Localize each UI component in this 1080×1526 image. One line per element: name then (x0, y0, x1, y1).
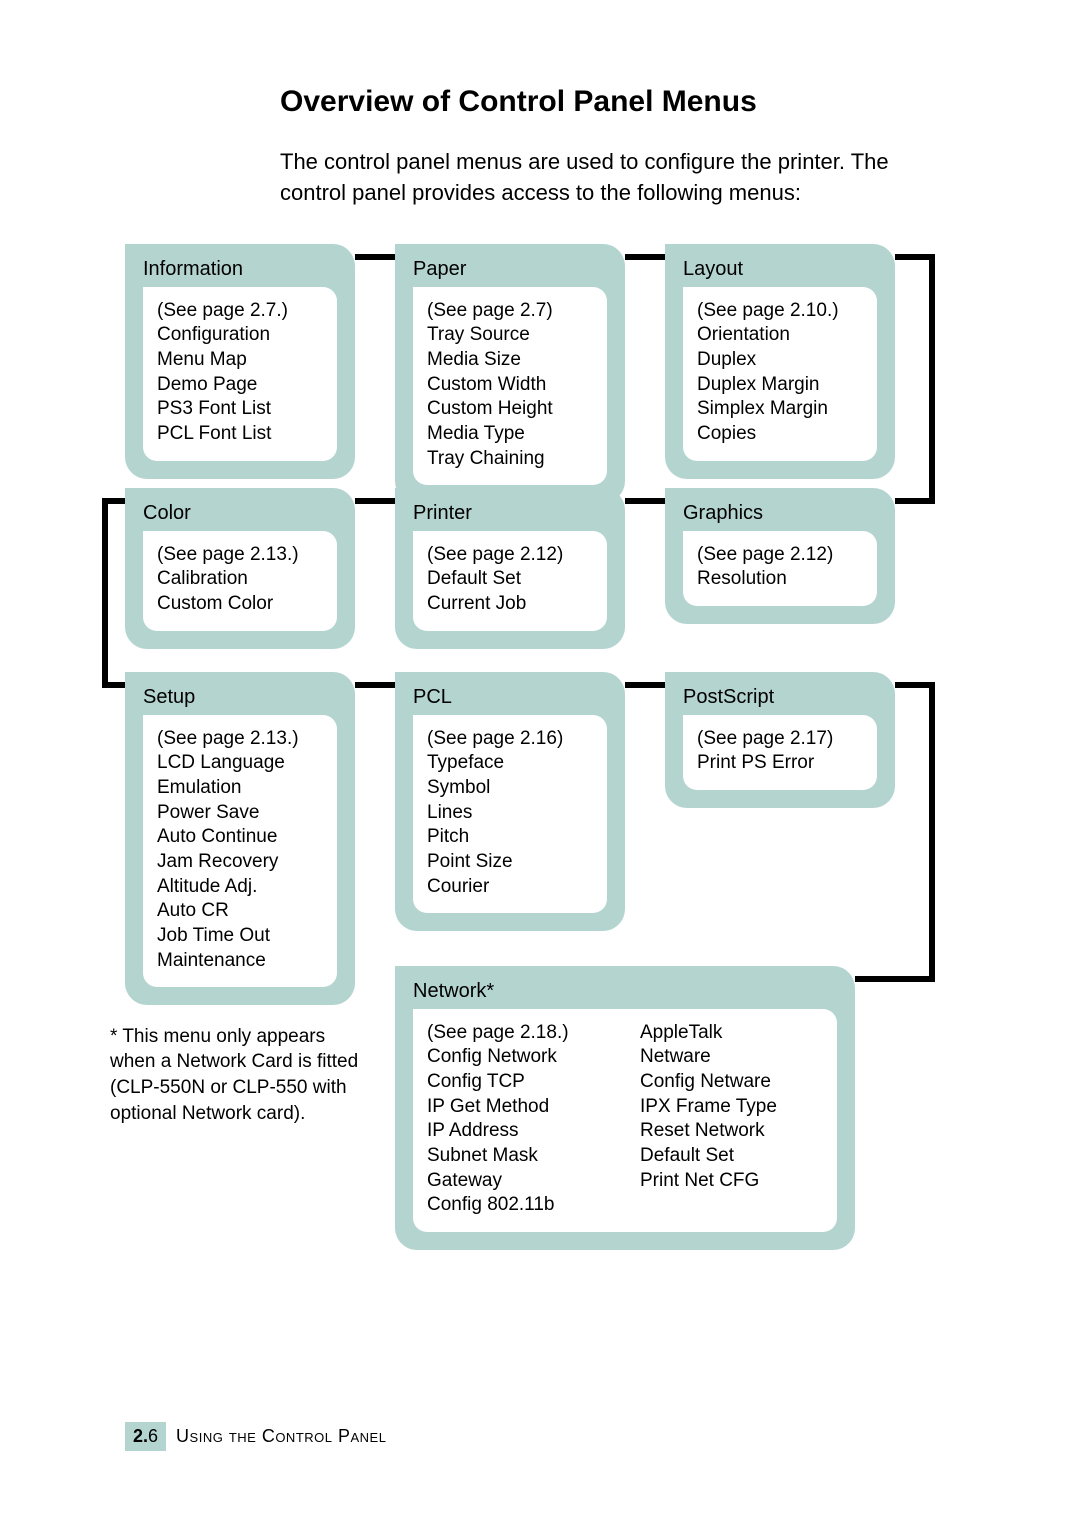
page: Overview of Control Panel Menus The cont… (0, 0, 1080, 1526)
intro-paragraph: The control panel menus are used to conf… (280, 147, 920, 209)
menu-body: (See page 2.17)Print PS Error (683, 715, 877, 790)
menu-body: (See page 2.16)TypefaceSymbolLinesPitchP… (413, 715, 607, 914)
connector (855, 976, 935, 982)
menu-body: (See page 2.12)Default SetCurrent Job (413, 531, 607, 631)
menu-card-network: Network* (See page 2.18.)Config NetworkC… (395, 966, 855, 1251)
menu-title: Setup (143, 686, 337, 709)
menu-card-printer: Printer (See page 2.12)Default SetCurren… (395, 488, 625, 649)
menu-card-pcl: PCL (See page 2.16)TypefaceSymbolLinesPi… (395, 672, 625, 932)
page-footer: 2.6 Using the Control Panel (125, 1422, 386, 1451)
connector (102, 498, 108, 688)
menu-card-paper: Paper (See page 2.7)Tray SourceMedia Siz… (395, 244, 625, 504)
connector (625, 682, 665, 688)
menu-title: Network* (413, 980, 837, 1003)
section-label: Using the Control Panel (176, 1426, 386, 1447)
menu-body: (See page 2.13.)CalibrationCustom Color (143, 531, 337, 631)
menu-card-information: Information (See page 2.7.)Configuration… (125, 244, 355, 479)
page-number: 6 (148, 1426, 158, 1446)
menu-body: (See page 2.7)Tray SourceMedia SizeCusto… (413, 287, 607, 486)
connector (355, 498, 395, 504)
menu-title: Printer (413, 502, 607, 525)
connector (355, 682, 395, 688)
menu-title: Graphics (683, 502, 877, 525)
menu-card-setup: Setup (See page 2.13.)LCD LanguageEmulat… (125, 672, 355, 1006)
menu-body: (See page 2.13.)LCD LanguageEmulationPow… (143, 715, 337, 988)
menu-card-graphics: Graphics (See page 2.12)Resolution (665, 488, 895, 624)
connector (625, 254, 665, 260)
menu-title: Layout (683, 258, 877, 281)
menu-title: PCL (413, 686, 607, 709)
menu-title: Information (143, 258, 337, 281)
menu-title: Color (143, 502, 337, 525)
chapter-number: 2. (133, 1426, 148, 1446)
menu-card-postscript: PostScript (See page 2.17)Print PS Error (665, 672, 895, 808)
page-number-badge: 2.6 (125, 1422, 166, 1451)
menu-body: (See page 2.7.)ConfigurationMenu MapDemo… (143, 287, 337, 461)
connector (102, 682, 127, 688)
page-heading: Overview of Control Panel Menus (280, 85, 985, 119)
menu-body-col2: AppleTalkNetwareConfig NetwareIPX Frame … (640, 1021, 823, 1219)
menu-body: (See page 2.18.)Config NetworkConfig TCP… (413, 1009, 837, 1233)
menu-title: PostScript (683, 686, 877, 709)
menu-diagram: Information (See page 2.7.)Configuration… (125, 244, 1005, 1304)
menu-body-col1: (See page 2.18.)Config NetworkConfig TCP… (427, 1021, 610, 1219)
menu-title: Paper (413, 258, 607, 281)
connector (929, 682, 935, 982)
menu-card-color: Color (See page 2.13.)CalibrationCustom … (125, 488, 355, 649)
footnote: * This menu only appears when a Network … (110, 1024, 370, 1127)
menu-body: (See page 2.10.)OrientationDuplexDuplex … (683, 287, 877, 461)
connector (625, 498, 665, 504)
connector (355, 254, 395, 260)
menu-body: (See page 2.12)Resolution (683, 531, 877, 606)
connector (929, 254, 935, 504)
connector (895, 498, 935, 504)
menu-card-layout: Layout (See page 2.10.)OrientationDuplex… (665, 244, 895, 479)
